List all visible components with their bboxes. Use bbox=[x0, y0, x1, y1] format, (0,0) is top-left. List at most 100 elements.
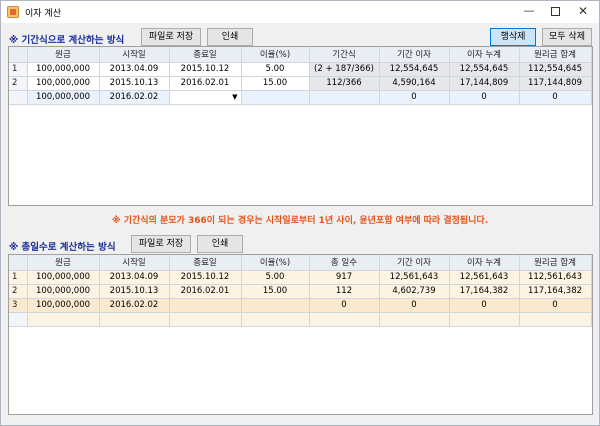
row-header[interactable]: 2 bbox=[9, 284, 28, 299]
row-header[interactable] bbox=[9, 90, 28, 105]
interest-total-cell: 17,164,382 bbox=[449, 284, 520, 299]
col-header-grand-total[interactable]: 원리금 합계 bbox=[519, 255, 592, 271]
col-header-interest-total[interactable]: 이자 누계 bbox=[449, 47, 520, 63]
rate-cell[interactable] bbox=[241, 90, 310, 105]
title-bar: 이자 계산 — ✕ bbox=[1, 1, 599, 23]
grand-total-cell: 0 bbox=[519, 298, 592, 313]
total-days-cell: 112 bbox=[309, 284, 380, 299]
row-header[interactable]: 3 bbox=[9, 298, 28, 313]
rate-cell[interactable]: 5.00 bbox=[241, 270, 310, 285]
rate-cell[interactable] bbox=[241, 298, 310, 313]
header-row: 원금 시작일 종료일 이율(%) 총 일수 기간 이자 이자 누계 원리금 합계 bbox=[9, 255, 592, 271]
col-header-period-interest[interactable]: 기간 이자 bbox=[379, 47, 450, 63]
app-window: 이자 계산 — ✕ ※ 기간식으로 계산하는 방식 파일로 저장 인쇄 행삭제 … bbox=[0, 0, 600, 426]
total-days-grid[interactable]: 원금 시작일 종료일 이율(%) 총 일수 기간 이자 이자 누계 원리금 합계… bbox=[8, 254, 593, 415]
principal-cell[interactable]: 100,000,000 bbox=[27, 298, 100, 313]
start-date-cell[interactable]: 2013.04.09 bbox=[99, 270, 170, 285]
start-date-cell[interactable]: 2013.04.09 bbox=[99, 62, 170, 77]
col-header-period-formula[interactable]: 기간식 bbox=[309, 47, 380, 63]
period-interest-cell: 12,561,643 bbox=[379, 270, 450, 285]
empty-cell[interactable] bbox=[99, 312, 170, 327]
window-title: 이자 계산 bbox=[25, 9, 61, 19]
period-formula-cell: 112/366 bbox=[309, 76, 380, 91]
empty-cell[interactable] bbox=[27, 312, 100, 327]
section1-print-button[interactable]: 인쇄 bbox=[207, 28, 253, 46]
start-date-cell[interactable]: 2016.02.02 bbox=[99, 90, 170, 105]
col-header-principal[interactable]: 원금 bbox=[27, 255, 100, 271]
end-date-dropdown[interactable]: ▼ bbox=[169, 90, 242, 105]
calculator-app-icon bbox=[7, 6, 19, 18]
interest-total-cell: 0 bbox=[449, 90, 520, 105]
empty-cell[interactable] bbox=[379, 312, 450, 327]
start-date-cell[interactable]: 2015.10.13 bbox=[99, 76, 170, 91]
col-header-end-date[interactable]: 종료일 bbox=[169, 47, 242, 63]
interest-total-cell: 12,554,645 bbox=[449, 62, 520, 77]
col-header-interest-total[interactable]: 이자 누계 bbox=[449, 255, 520, 271]
end-date-cell[interactable] bbox=[169, 298, 242, 313]
table-row[interactable]: 2 100,000,000 2015.10.13 2016.02.01 15.0… bbox=[9, 76, 592, 91]
new-entry-row[interactable] bbox=[9, 312, 592, 327]
rate-cell[interactable]: 15.00 bbox=[241, 76, 310, 91]
section2-save-button[interactable]: 파일로 저장 bbox=[131, 235, 191, 253]
col-header-total-days[interactable]: 총 일수 bbox=[309, 255, 380, 271]
period-formula-cell: (2 + 187/366) bbox=[309, 62, 380, 77]
close-button[interactable]: ✕ bbox=[569, 1, 597, 21]
end-date-cell[interactable]: 2015.10.12 bbox=[169, 62, 242, 77]
table-row[interactable]: 2 100,000,000 2015.10.13 2016.02.01 15.0… bbox=[9, 284, 592, 299]
col-header-principal[interactable]: 원금 bbox=[27, 47, 100, 63]
principal-cell[interactable]: 100,000,000 bbox=[27, 284, 100, 299]
maximize-button[interactable] bbox=[541, 1, 569, 21]
col-header-rate[interactable]: 이율(%) bbox=[241, 255, 310, 271]
section2-title: ※ 총일수로 계산하는 방식 bbox=[9, 242, 116, 253]
interest-total-cell: 17,144,809 bbox=[449, 76, 520, 91]
new-entry-row[interactable]: 100,000,000 2016.02.02 ▼ 0 0 0 bbox=[9, 90, 592, 105]
period-formula-grid[interactable]: 원금 시작일 종료일 이율(%) 기간식 기간 이자 이자 누계 원리금 합계 … bbox=[8, 46, 593, 206]
col-header-rate[interactable]: 이율(%) bbox=[241, 47, 310, 63]
row-header[interactable]: 2 bbox=[9, 76, 28, 91]
empty-cell[interactable] bbox=[169, 312, 242, 327]
header-row: 원금 시작일 종료일 이율(%) 기간식 기간 이자 이자 누계 원리금 합계 bbox=[9, 47, 592, 63]
row-header[interactable] bbox=[9, 312, 28, 327]
table-row[interactable]: 1 100,000,000 2013.04.09 2015.10.12 5.00… bbox=[9, 62, 592, 77]
total-days-cell: 0 bbox=[309, 298, 380, 313]
row-header[interactable]: 1 bbox=[9, 270, 28, 285]
grand-total-cell: 112,561,643 bbox=[519, 270, 592, 285]
grand-total-cell: 117,144,809 bbox=[519, 76, 592, 91]
row-header[interactable]: 1 bbox=[9, 62, 28, 77]
end-date-cell[interactable]: 2015.10.12 bbox=[169, 270, 242, 285]
chevron-down-icon[interactable]: ▼ bbox=[232, 93, 237, 101]
grand-total-cell: 0 bbox=[519, 90, 592, 105]
delete-row-button[interactable]: 행삭제 bbox=[490, 28, 536, 46]
period-interest-cell: 0 bbox=[379, 90, 450, 105]
col-header-period-interest[interactable]: 기간 이자 bbox=[379, 255, 450, 271]
minimize-button[interactable]: — bbox=[515, 1, 543, 21]
table-row[interactable]: 3 100,000,000 2016.02.02 0 0 0 0 bbox=[9, 298, 592, 313]
section1-save-button[interactable]: 파일로 저장 bbox=[141, 28, 201, 46]
period-interest-cell: 12,554,645 bbox=[379, 62, 450, 77]
start-date-cell[interactable]: 2015.10.13 bbox=[99, 284, 170, 299]
col-header-grand-total[interactable]: 원리금 합계 bbox=[519, 47, 592, 63]
period-interest-cell: 0 bbox=[379, 298, 450, 313]
empty-cell[interactable] bbox=[241, 312, 310, 327]
col-header-end-date[interactable]: 종료일 bbox=[169, 255, 242, 271]
end-date-cell[interactable]: 2016.02.01 bbox=[169, 284, 242, 299]
start-date-cell[interactable]: 2016.02.02 bbox=[99, 298, 170, 313]
end-date-cell[interactable]: 2016.02.01 bbox=[169, 76, 242, 91]
rate-cell[interactable]: 15.00 bbox=[241, 284, 310, 299]
empty-cell[interactable] bbox=[309, 312, 380, 327]
col-header-start-date[interactable]: 시작일 bbox=[99, 47, 170, 63]
grand-total-cell: 112,554,645 bbox=[519, 62, 592, 77]
empty-cell[interactable] bbox=[519, 312, 592, 327]
principal-cell[interactable]: 100,000,000 bbox=[27, 76, 100, 91]
principal-cell[interactable]: 100,000,000 bbox=[27, 270, 100, 285]
table-row[interactable]: 1 100,000,000 2013.04.09 2015.10.12 5.00… bbox=[9, 270, 592, 285]
principal-cell[interactable]: 100,000,000 bbox=[27, 90, 100, 105]
empty-cell[interactable] bbox=[449, 312, 520, 327]
delete-all-button[interactable]: 모두 삭제 bbox=[542, 28, 592, 46]
principal-cell[interactable]: 100,000,000 bbox=[27, 62, 100, 77]
interest-total-cell: 12,561,643 bbox=[449, 270, 520, 285]
col-header-start-date[interactable]: 시작일 bbox=[99, 255, 170, 271]
rate-cell[interactable]: 5.00 bbox=[241, 62, 310, 77]
section2-print-button[interactable]: 인쇄 bbox=[197, 235, 243, 253]
total-days-table: 원금 시작일 종료일 이율(%) 총 일수 기간 이자 이자 누계 원리금 합계… bbox=[9, 255, 592, 327]
